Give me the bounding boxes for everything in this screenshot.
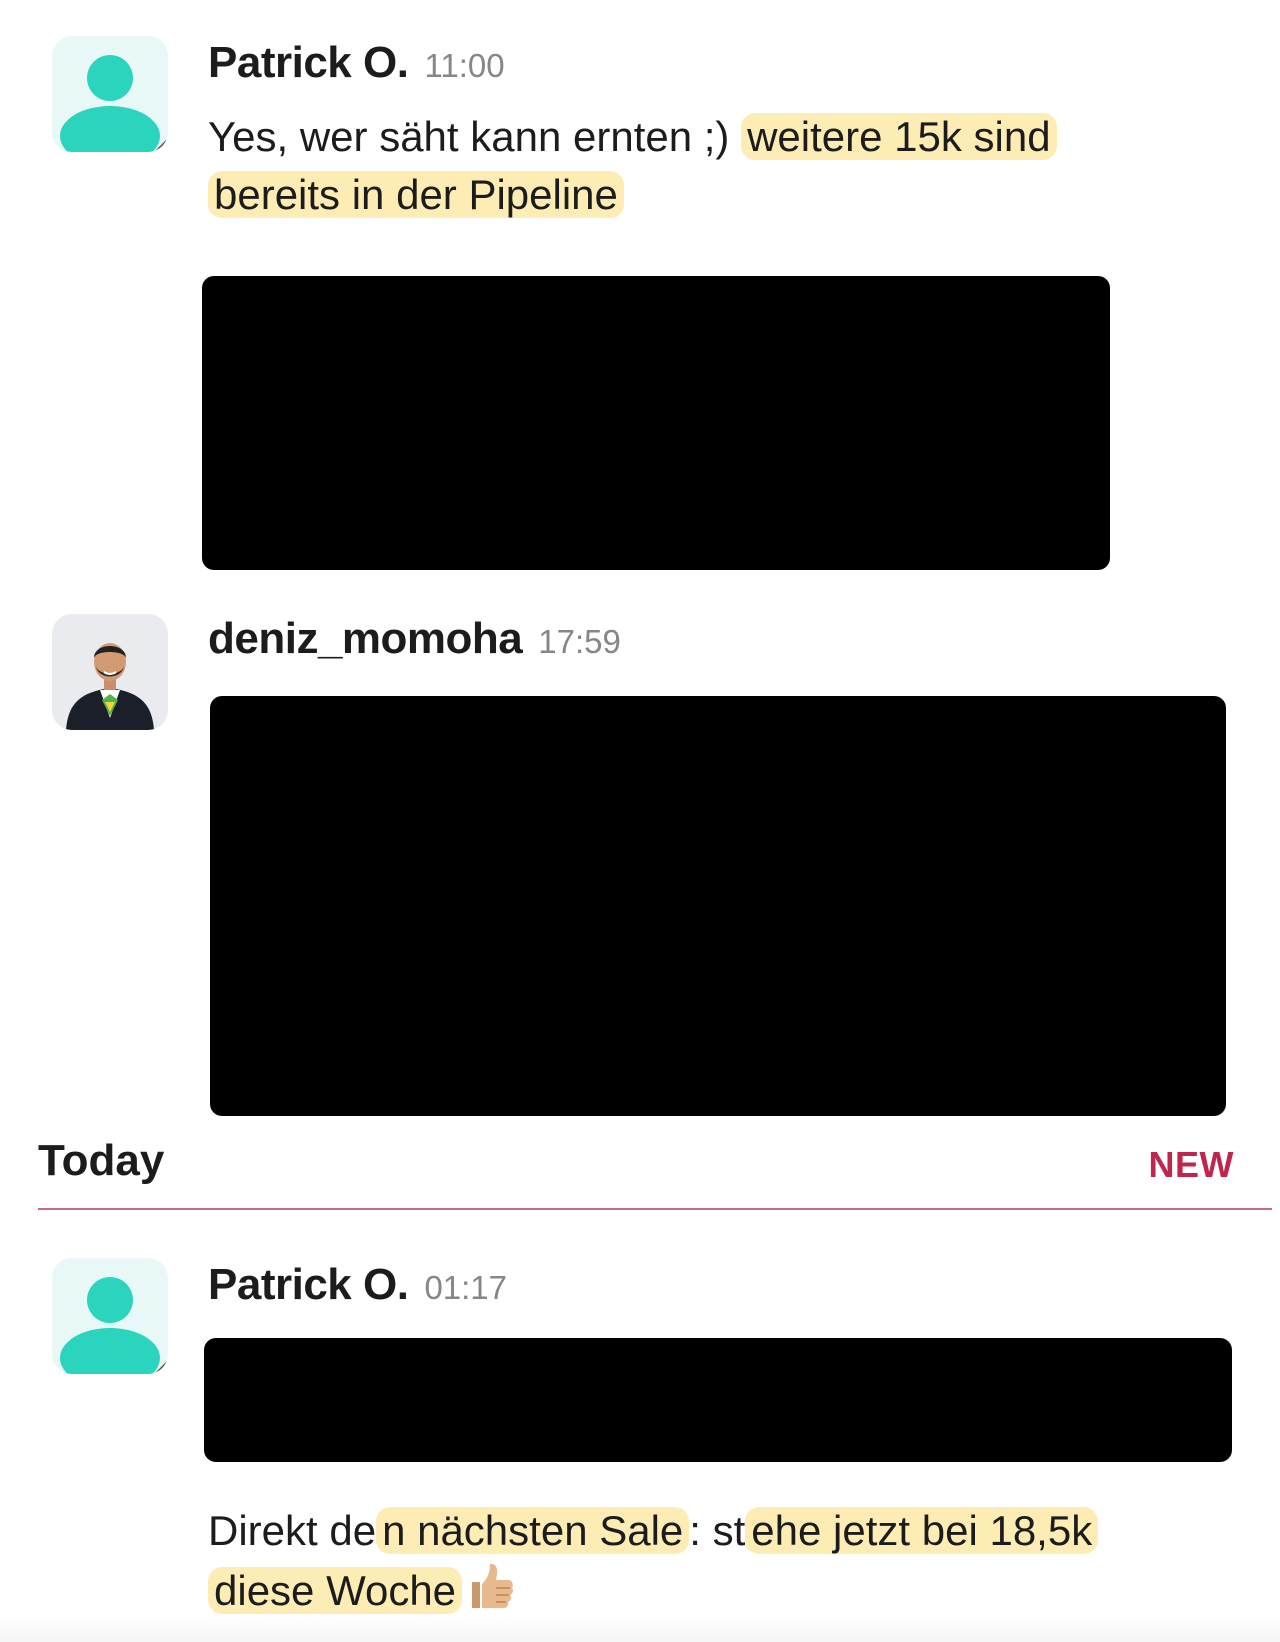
new-messages-badge: NEW — [1148, 1144, 1234, 1185]
new-messages-divider — [38, 1208, 1272, 1210]
redacted-attachment — [202, 276, 1110, 570]
highlighted-text: ehe jetzt bei 18,5k — [745, 1507, 1099, 1554]
highlighted-text: bereits in der Pipeline — [208, 171, 624, 218]
highlighted-text: weitere 15k sind — [741, 113, 1057, 160]
profile-photo — [52, 614, 168, 730]
timestamp[interactable]: 11:00 — [424, 47, 504, 85]
message-header: deniz_momoha 17:59 — [208, 614, 621, 664]
day-divider-label: Today — [38, 1136, 165, 1185]
redacted-attachment — [204, 1338, 1232, 1462]
message-text: Direkt de n nächsten Sale: st ehe jetzt be… — [208, 1502, 1099, 1627]
avatar[interactable] — [52, 614, 168, 730]
message-header: Patrick O. 11:00 — [208, 38, 505, 88]
user-silhouette-icon — [60, 1277, 160, 1374]
author-name[interactable]: Patrick O. — [208, 1260, 409, 1310]
presence-corner-icon — [154, 1360, 168, 1374]
timestamp[interactable]: 17:59 — [538, 623, 621, 661]
message-text-plain: : st — [689, 1507, 746, 1554]
timestamp[interactable]: 01:17 — [424, 1269, 507, 1307]
message-header: Patrick O. 01:17 — [208, 1260, 507, 1310]
avatar[interactable] — [52, 36, 168, 152]
redacted-attachment — [210, 696, 1226, 1116]
author-name[interactable]: deniz_momoha — [208, 614, 523, 664]
bottom-fade — [0, 1612, 1280, 1642]
user-silhouette-icon — [60, 55, 160, 152]
highlighted-text: n nächsten Sale — [376, 1507, 690, 1554]
message-text-plain: Yes, wer säht kann ernten ;) — [208, 113, 742, 160]
author-name[interactable]: Patrick O. — [208, 38, 409, 88]
avatar[interactable] — [52, 1258, 168, 1374]
message-text: Yes, wer säht kann ernten ;) weitere 15k… — [208, 108, 1057, 224]
highlighted-text: diese Woche — [208, 1566, 463, 1614]
presence-corner-icon — [154, 138, 168, 152]
message-text-plain: Direkt de — [208, 1507, 377, 1554]
